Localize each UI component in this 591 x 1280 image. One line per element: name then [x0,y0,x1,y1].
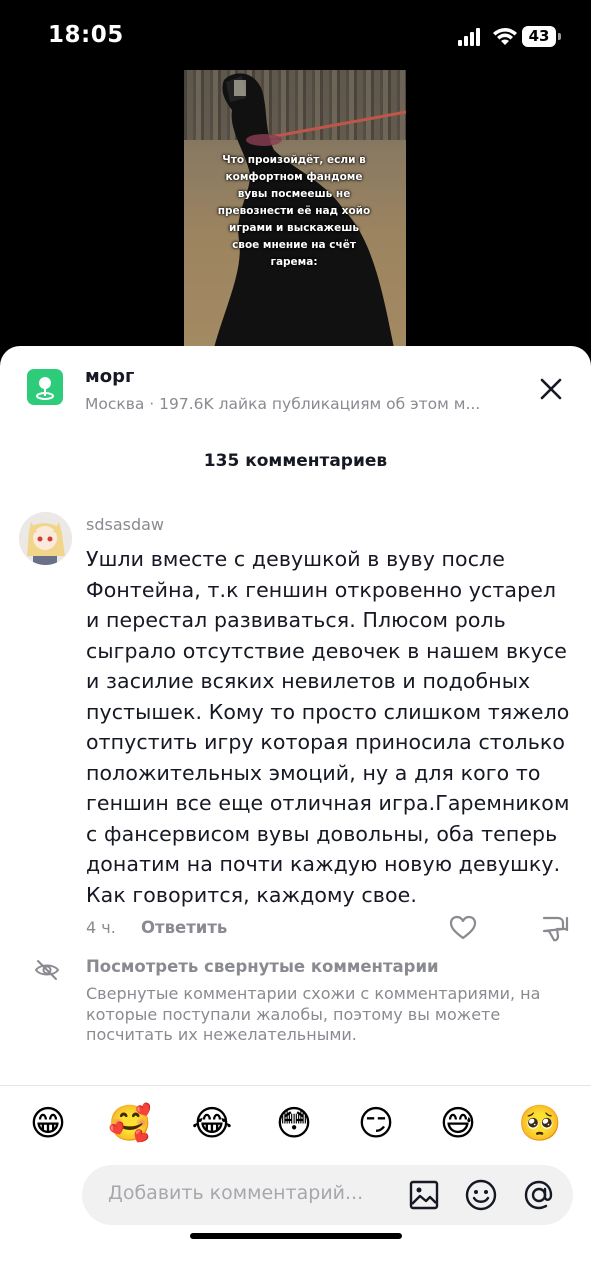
avatar[interactable] [19,512,72,565]
location-subtitle[interactable]: Москва · 197.6K лайка публикациям об это… [85,395,480,413]
signal-icon [458,28,484,46]
hidden-comments-description: Свернутые комментарии схожи с комментари… [86,984,541,1044]
comment-count: 135 комментариев [203,451,388,471]
reply-button[interactable]: Ответить [141,918,227,937]
comments-sheet: морг Москва · 197.6K лайка публикациям о… [0,346,591,1280]
emoji-icon[interactable] [464,1178,498,1212]
view-hidden-comments-link[interactable]: Посмотреть свернутые комментарии [86,957,439,976]
battery-icon: 43 [522,26,562,47]
emoji-pleading[interactable]: 🥺 [518,1102,562,1146]
close-icon[interactable] [536,374,566,404]
location-title[interactable]: морг [85,366,134,387]
image-icon[interactable] [407,1178,441,1212]
comment-username[interactable]: sdsasdaw [86,515,164,534]
comment-input-placeholder: Добавить комментарий... [108,1182,364,1204]
emoji-smirk[interactable]: 😏 [354,1102,398,1146]
comment-text: Ушли вместе с девушкой в вуву после Фонт… [86,547,570,907]
emoji-flushed[interactable]: 😳 [272,1102,316,1146]
video-preview[interactable]: Что произойдёт, если в комфортном фандом… [184,70,406,348]
emoji-grin[interactable]: 😁 [26,1102,70,1146]
wifi-icon [493,28,517,45]
emoji-sweat-smile[interactable]: 😅 [436,1102,480,1146]
dislike-icon[interactable] [540,914,570,944]
emoji-smiling-hearts[interactable]: 🥰 [108,1102,152,1146]
eye-hidden-icon [34,960,60,980]
divider [0,1085,591,1086]
heart-icon[interactable] [449,914,477,942]
emoji-tears-of-joy[interactable]: 😂 [190,1102,234,1146]
status-time: 18:05 [48,22,124,48]
comment-time: 4 ч. [86,918,116,937]
home-indicator[interactable] [190,1233,402,1239]
comment-input[interactable]: Добавить комментарий... [82,1165,573,1225]
map-pin-icon [27,369,63,405]
status-bar: 18:05 43 [0,0,591,72]
emoji-bar: 😁 🥰 😂 😳 😏 😅 🥺 [0,1102,591,1150]
video-overlay-text: Что произойдёт, если в комфортном фандом… [217,154,371,268]
mention-icon[interactable] [522,1178,556,1212]
battery-level: 43 [522,26,556,47]
